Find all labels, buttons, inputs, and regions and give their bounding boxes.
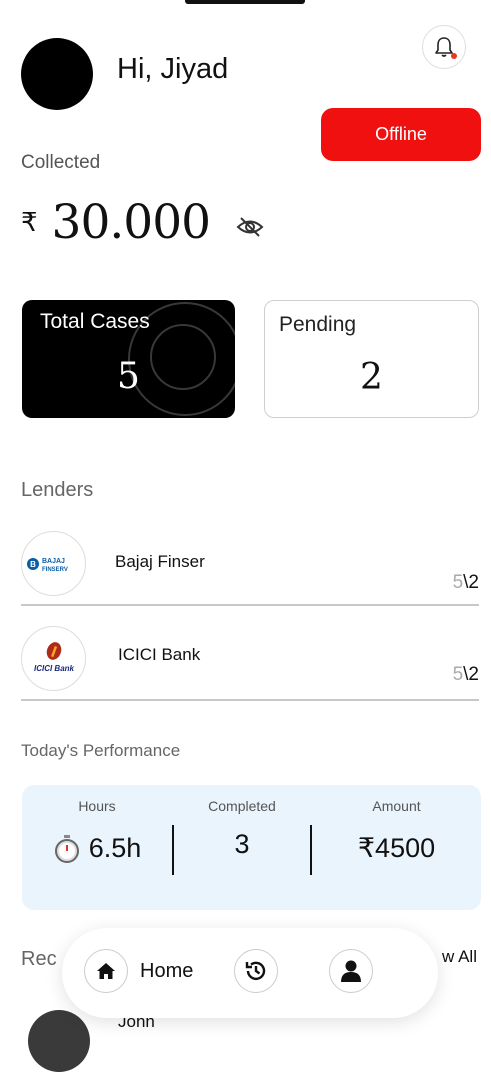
user-icon (341, 960, 361, 982)
performance-card: Hours 6.5h Completed 3 Amount ₹4500 (22, 785, 481, 910)
total-cases-value: 5 (117, 356, 140, 397)
icici-logo-icon: ICICI Bank (33, 641, 74, 673)
lender-name-bajaj[interactable]: Bajaj Finser (115, 552, 205, 572)
eye-off-icon[interactable] (236, 216, 264, 238)
collected-label: Collected (21, 152, 101, 173)
lenders-title: Lenders (21, 479, 94, 501)
completed-column: Completed 3 (174, 785, 310, 910)
notification-button[interactable] (422, 25, 466, 69)
amount-value: ₹4500 (357, 833, 436, 863)
status-notch (185, 0, 305, 4)
collected-amount: 30.000 (51, 195, 211, 250)
nav-home-button[interactable]: Home (84, 949, 193, 993)
notification-dot (451, 53, 457, 59)
lender-count-icici: 5\2 (453, 664, 479, 686)
stopwatch-icon (54, 834, 79, 863)
bajaj-logo-text-bottom: FINSERV (42, 567, 68, 573)
nav-profile-button[interactable] (329, 949, 373, 993)
recent-title: Rec (21, 948, 57, 970)
lender-name-icici[interactable]: ICICI Bank (118, 645, 200, 665)
pending-label: Pending (279, 313, 357, 336)
bajaj-logo-icon: B BAJAJ FINSERV (26, 557, 68, 573)
lender-count-icici-total: 5 (452, 664, 464, 685)
completed-label: Completed (208, 798, 276, 814)
lender-count-icici-pending: \2 (463, 664, 479, 685)
lender-count-bajaj: 5\2 (453, 572, 479, 594)
history-icon (245, 961, 266, 980)
nav-home-label: Home (140, 959, 194, 982)
total-cases-label: Total Cases (40, 310, 150, 333)
completed-value: 3 (234, 829, 250, 859)
home-icon-circle (84, 949, 128, 993)
nav-history-button[interactable] (234, 949, 278, 993)
home-icon (97, 963, 115, 979)
currency-symbol: ₹ (21, 207, 38, 237)
pending-card[interactable]: Pending 2 (264, 300, 479, 418)
bajaj-finserv-logo: B BAJAJ FINSERV (21, 531, 86, 596)
collected-amount-row: ₹ 30.000 (21, 195, 211, 250)
recent-avatar (28, 1010, 90, 1072)
total-cases-card[interactable]: Total Cases 5 (22, 300, 235, 418)
bajaj-logo-text-top: BAJAJ (42, 558, 65, 565)
hours-value-row: 6.5h (22, 833, 172, 864)
pending-value: 2 (360, 357, 383, 398)
amount-label: Amount (372, 798, 421, 814)
lender-count-bajaj-pending: \2 (463, 572, 479, 593)
status-toggle-button[interactable]: Offline (321, 108, 481, 161)
icici-bank-logo: ICICI Bank (21, 626, 86, 691)
hours-value: 6.5h (88, 833, 142, 863)
icici-logo-text: ICICI Bank (33, 664, 74, 673)
svg-text:B: B (30, 560, 36, 569)
amount-column: Amount ₹4500 (312, 785, 481, 910)
hours-label: Hours (78, 798, 116, 814)
lender-count-bajaj-total: 5 (452, 572, 464, 593)
lender-divider (21, 699, 479, 701)
hours-column: Hours 6.5h (22, 785, 172, 910)
performance-title: Today's Performance (21, 741, 181, 760)
avatar[interactable] (21, 38, 93, 110)
lender-divider (21, 604, 479, 606)
view-all-link[interactable]: w All (442, 947, 477, 967)
bottom-nav: Home (62, 928, 438, 1018)
greeting-text: Hi, Jiyad (117, 53, 229, 85)
